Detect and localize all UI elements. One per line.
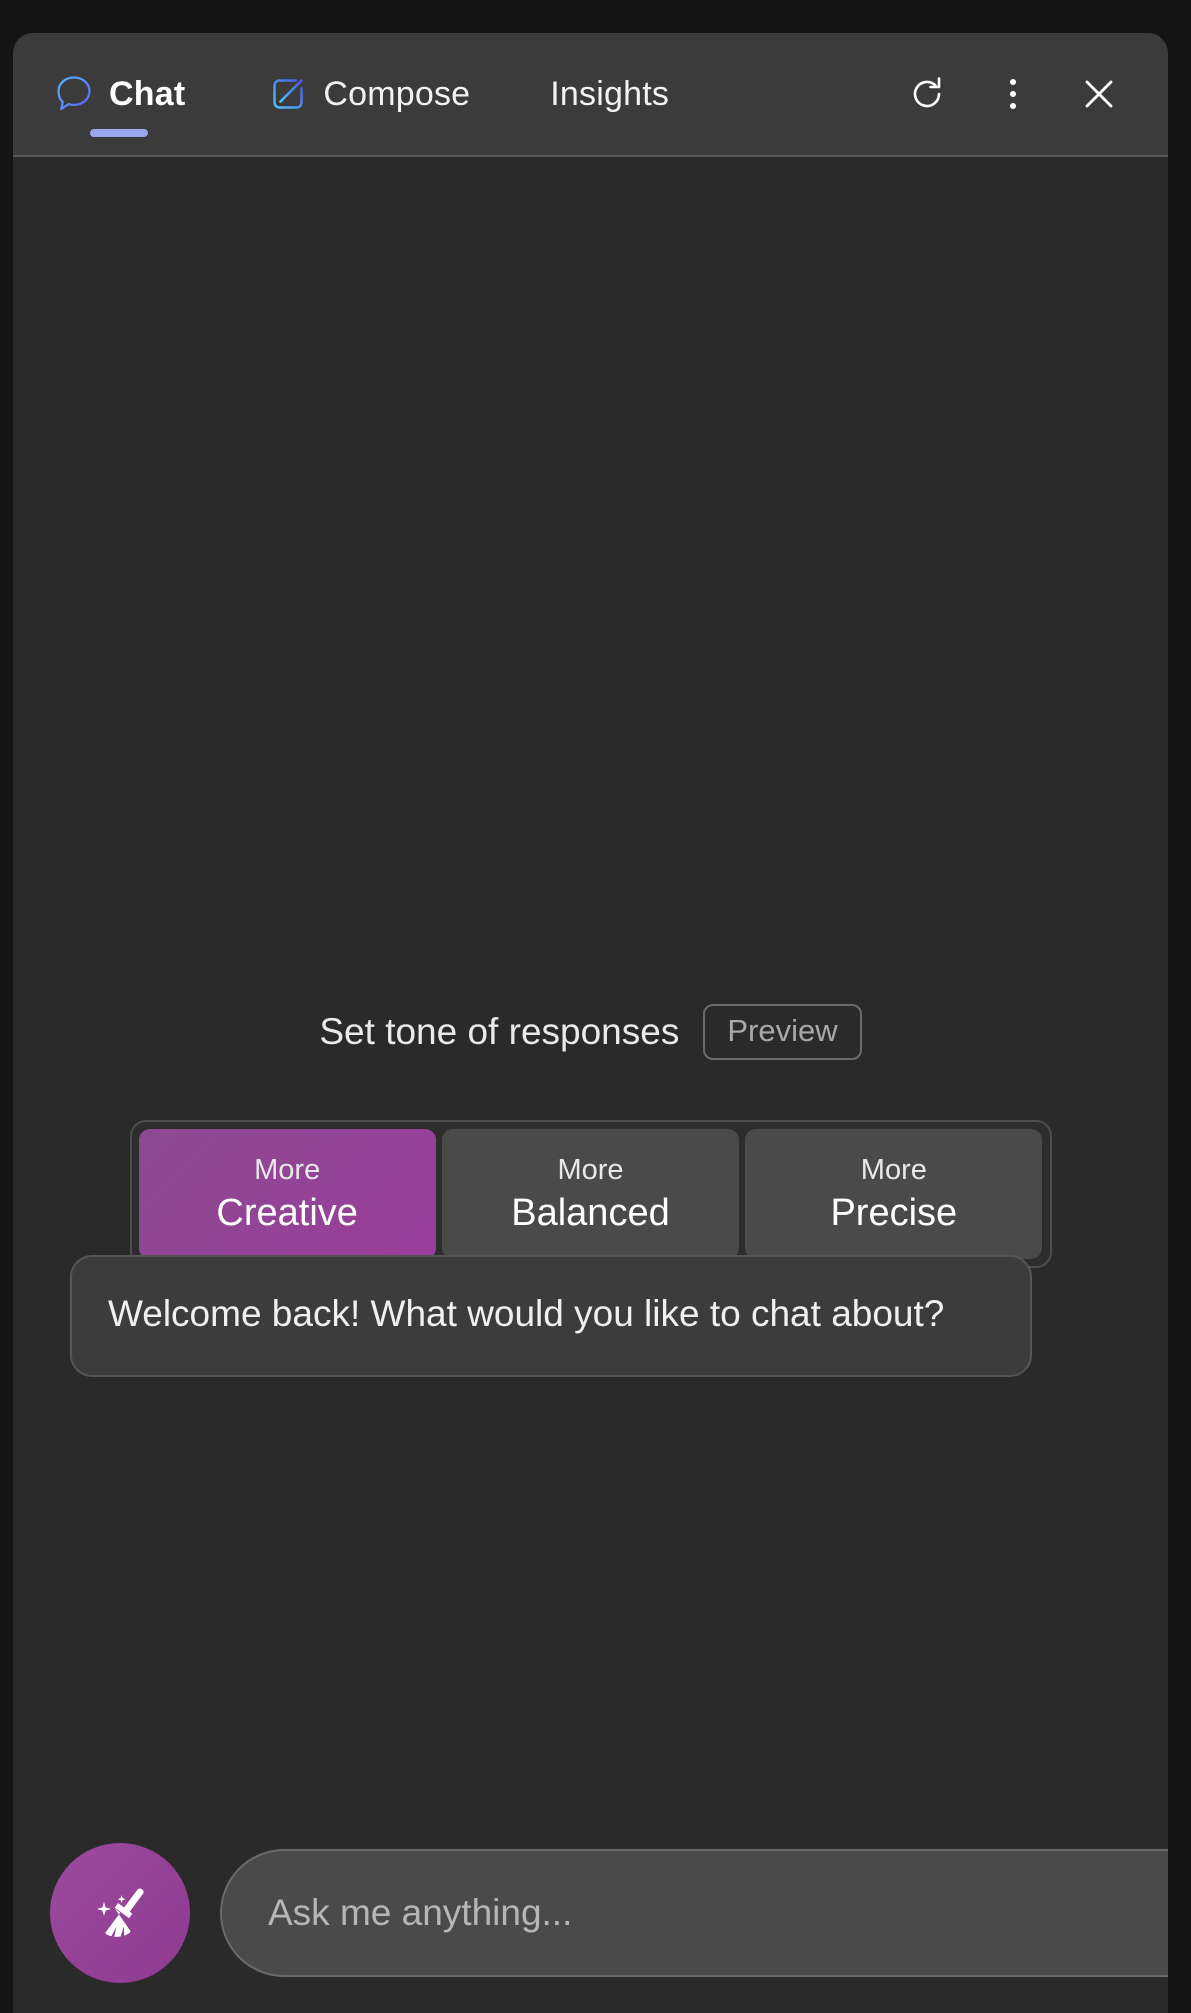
tone-option-prefix: More [254,1153,321,1186]
more-options-button[interactable] [970,51,1056,137]
tone-option-prefix: More [860,1153,927,1186]
tone-option-name: Precise [830,1191,958,1234]
tone-option-name: Creative [216,1191,358,1234]
header-actions [884,33,1142,155]
tab-insights[interactable]: Insights [550,33,669,155]
tab-compose-label: Compose [323,74,471,113]
chat-input[interactable] [268,1851,1168,1975]
conversation-area: Set tone of responses Preview More Creat… [13,157,1168,2013]
tone-heading-row: Set tone of responses Preview [13,1004,1168,1060]
tone-option-name: Balanced [511,1191,670,1234]
tone-option-precise[interactable]: More Precise [745,1129,1043,1259]
preview-badge[interactable]: Preview [703,1004,862,1060]
tab-chat[interactable]: Chat [53,33,185,155]
assistant-message-bubble: Welcome back! What would you like to cha… [70,1255,1032,1377]
refresh-icon [905,72,949,116]
tone-title: Set tone of responses [319,1011,680,1052]
chat-input-wrapper[interactable] [220,1849,1168,1977]
tab-compose[interactable]: Compose [267,33,470,155]
tab-active-indicator [90,129,149,137]
composer-bar [13,1813,1168,2013]
tab-chat-label: Chat [109,74,186,113]
tone-section: Set tone of responses Preview More Creat… [13,1004,1168,1268]
chat-bubble-icon [53,73,95,115]
chat-sidebar-window: Chat Compose Insights Set tone of respon… [13,33,1168,2013]
tab-insights-label: Insights [550,74,670,113]
assistant-message-text: Welcome back! What would you like to cha… [108,1293,945,1334]
close-button[interactable] [1056,51,1142,137]
close-icon [1077,72,1121,116]
tone-option-balanced[interactable]: More Balanced [441,1129,740,1259]
tone-option-prefix: More [557,1153,624,1186]
header-bar: Chat Compose Insights [13,33,1168,157]
new-topic-button[interactable] [50,1843,190,1983]
compose-pencil-icon [267,73,309,115]
tone-switch: More Creative More Balanced More Precise [129,1120,1052,1268]
tone-option-creative[interactable]: More Creative [138,1129,436,1259]
refresh-button[interactable] [884,51,970,137]
broom-sparkle-icon [84,1876,156,1951]
more-vertical-icon [991,72,1035,116]
